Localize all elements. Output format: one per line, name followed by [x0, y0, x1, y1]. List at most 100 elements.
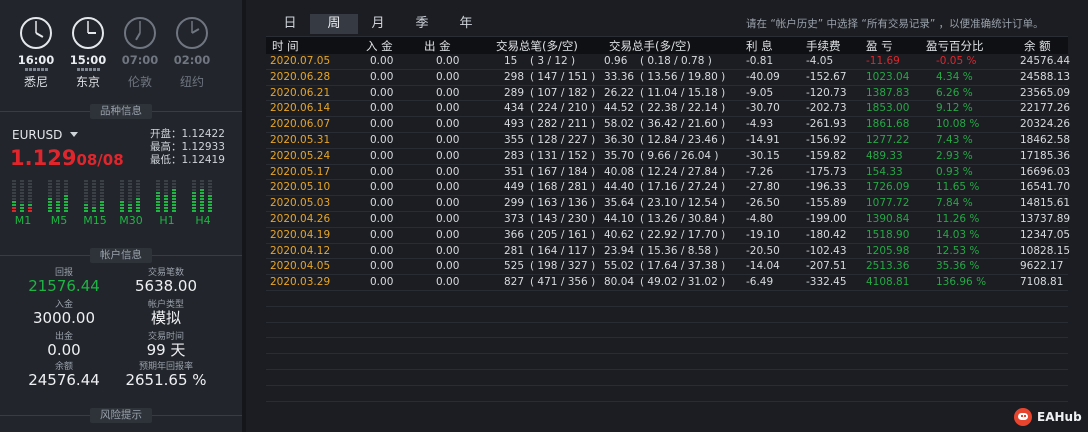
table-cell: 827 [504, 276, 525, 289]
table-cell: -7.26 [746, 165, 774, 178]
table-cell: ( 13.26 / 30.84 ) [640, 212, 726, 225]
timeframe-m1[interactable]: M1 [10, 178, 36, 227]
table-row[interactable]: 2020.05.24 0.00 0.00 283 ( 131 / 152 ) 35.70 (… [266, 149, 1070, 165]
table-row[interactable]: 2020.07.05 0.00 0.00 15 ( 3 / 12 ) 0.96 ( 0.18… [266, 54, 1070, 70]
table-cell: -27.80 [746, 181, 780, 194]
table-row[interactable]: 2020.06.21 0.00 0.00 289 ( 107 / 182 ) 26.22 (… [266, 86, 1070, 102]
table-cell: 9.12 % [936, 102, 973, 115]
table-cell: ( 13.56 / 19.80 ) [640, 70, 726, 83]
meter-column [136, 180, 140, 212]
table-cell: 2020.05.17 [270, 165, 331, 178]
clock-icon [124, 17, 156, 49]
table-row[interactable]: 2020.04.26 0.00 0.00 373 ( 143 / 230 ) 44.10 (… [266, 212, 1070, 228]
table-cell: 0.00 [370, 244, 394, 257]
tab-1[interactable]: 周 [310, 14, 358, 34]
eahub-mark-icon [1014, 408, 1032, 426]
table-cell: ( 11.04 / 15.18 ) [640, 86, 726, 99]
stat-deposit: 入金 3000.00 [32, 300, 96, 327]
table-cell: 493 [504, 118, 525, 131]
table-cell: 7.43 % [936, 133, 973, 146]
table-cell: ( 36.42 / 21.60 ) [640, 118, 726, 131]
strength-meter [190, 178, 216, 212]
table-cell: 2020.06.21 [270, 86, 331, 99]
table-cell: 2513.36 [866, 260, 910, 273]
table-cell: ( 12.24 / 27.84 ) [640, 165, 726, 178]
table-cell: 1023.04 [866, 70, 910, 83]
timeframe-h4[interactable]: H4 [190, 178, 216, 227]
table-cell: ( 282 / 211 ) [530, 118, 596, 131]
chevron-down-icon [70, 132, 79, 137]
table-row[interactable]: 2020.06.07 0.00 0.00 493 ( 282 / 211 ) 58.02 (… [266, 117, 1070, 133]
table-row[interactable]: 2020.04.05 0.00 0.00 525 ( 198 / 327 ) 55.02 (… [266, 259, 1068, 276]
low-price: 最低：1.12419 [150, 154, 225, 166]
timeframe-m30[interactable]: M30 [118, 178, 144, 227]
clock-time: 16:00 [17, 53, 55, 67]
table-cell: -175.73 [806, 165, 847, 178]
table-row[interactable]: 2020.06.14 0.00 0.00 434 ( 224 / 210 ) 44.52 (… [266, 101, 1070, 118]
table-cell: 40.62 [604, 228, 635, 241]
account-stats: 回报 21576.44 交易笔数 5638.00 入金 3000.00 帐户类型 模拟 … [0, 268, 242, 398]
tab-4[interactable]: 年 [442, 14, 490, 34]
table-cell: 58.02 [604, 118, 635, 131]
table-cell: 0.00 [436, 55, 460, 67]
table-cell: 0.00 [370, 102, 394, 115]
table-cell: ( 49.02 / 31.02 ) [640, 276, 726, 289]
meter-column [172, 180, 176, 212]
symbol-selector[interactable]: EURUSD [12, 128, 79, 142]
left-panel: 16:00 悉尼 15:00 东京 07:00 伦敦 02:00 纽约 品种信息 EURUSD… [0, 0, 242, 432]
meter-column [100, 180, 104, 212]
table-cell: ( 9.66 / 26.04 ) [640, 149, 719, 162]
column-header: 入 金 [366, 39, 393, 53]
table-cell: -30.15 [746, 149, 780, 162]
column-header: 盈亏百分比 [926, 39, 984, 53]
table-cell: 0.00 [370, 276, 394, 289]
table-row[interactable]: 2020.03.29 0.00 0.00 827 ( 471 / 356 ) 80.04 (… [266, 275, 1068, 291]
timeframe-m15[interactable]: M15 [82, 178, 108, 227]
table-cell: 15 [504, 55, 518, 67]
table-cell: -155.89 [806, 197, 847, 210]
table-cell: ( 3 / 12 ) [530, 55, 576, 67]
table-header: 时 间 入 金 出 金 交易总笔(多/空) 交易总手(多/空) 利 息 手续费 盈 亏 盈亏百分… [266, 36, 1068, 54]
table-cell: 1861.68 [866, 118, 910, 131]
tab-3[interactable]: 季 [398, 14, 446, 34]
table-row[interactable]: 2020.05.17 0.00 0.00 351 ( 167 / 184 ) 40.08 (… [266, 165, 1070, 181]
timeframe-h1[interactable]: H1 [154, 178, 180, 227]
empty-row [266, 307, 1068, 323]
meter-column [208, 180, 212, 212]
table-cell: 26.22 [604, 86, 635, 99]
table-cell: 0.00 [370, 70, 394, 83]
table-cell: 7.84 % [936, 197, 973, 210]
column-header: 利 息 [746, 39, 773, 53]
table-cell: 283 [504, 149, 525, 162]
table-cell: 0.00 [436, 149, 460, 162]
table-row[interactable]: 2020.05.03 0.00 0.00 299 ( 163 / 136 ) 35.64 (… [266, 196, 1070, 212]
table-cell: 44.52 [604, 102, 635, 115]
table-cell: -6.49 [746, 276, 774, 289]
section-header-risk[interactable]: 风险提示 [0, 408, 242, 424]
table-row[interactable]: 2020.05.10 0.00 0.00 449 ( 168 / 281 ) 44.40 (… [266, 180, 1070, 197]
table-cell: 0.00 [370, 86, 394, 99]
clock-city: 纽约 [179, 75, 204, 89]
table-cell: 2020.05.31 [270, 133, 331, 146]
table-cell: ( 107 / 182 ) [530, 86, 596, 99]
strength-meter [82, 178, 108, 212]
meter-column [84, 180, 88, 212]
table-cell: 2020.05.03 [270, 197, 331, 210]
table-cell: 0.00 [436, 70, 460, 83]
table-cell: 9622.17 [1020, 260, 1064, 273]
tab-0[interactable]: 日 [266, 14, 314, 34]
table-row[interactable]: 2020.04.19 0.00 0.00 366 ( 205 / 161 ) 40.62 (… [266, 228, 1070, 244]
table-cell: -19.10 [746, 228, 780, 241]
timeframe-m5[interactable]: M5 [46, 178, 72, 227]
table-cell: ( 12.84 / 23.46 ) [640, 133, 726, 146]
strength-meter [154, 178, 180, 212]
table-row[interactable]: 2020.04.12 0.00 0.00 281 ( 164 / 117 ) 23.94 (… [266, 244, 1070, 260]
table-cell: 80.04 [604, 276, 635, 289]
column-header: 交易总手(多/空) [609, 39, 691, 53]
tab-2[interactable]: 月 [354, 14, 402, 34]
table-cell: 14.03 % [936, 228, 980, 241]
table-cell: 0.00 [436, 102, 460, 115]
table-cell: 0.00 [436, 228, 460, 241]
table-row[interactable]: 2020.05.31 0.00 0.00 355 ( 128 / 227 ) 36.30 (… [266, 133, 1070, 149]
table-row[interactable]: 2020.06.28 0.00 0.00 298 ( 147 / 151 ) 33.36 (… [266, 70, 1070, 86]
